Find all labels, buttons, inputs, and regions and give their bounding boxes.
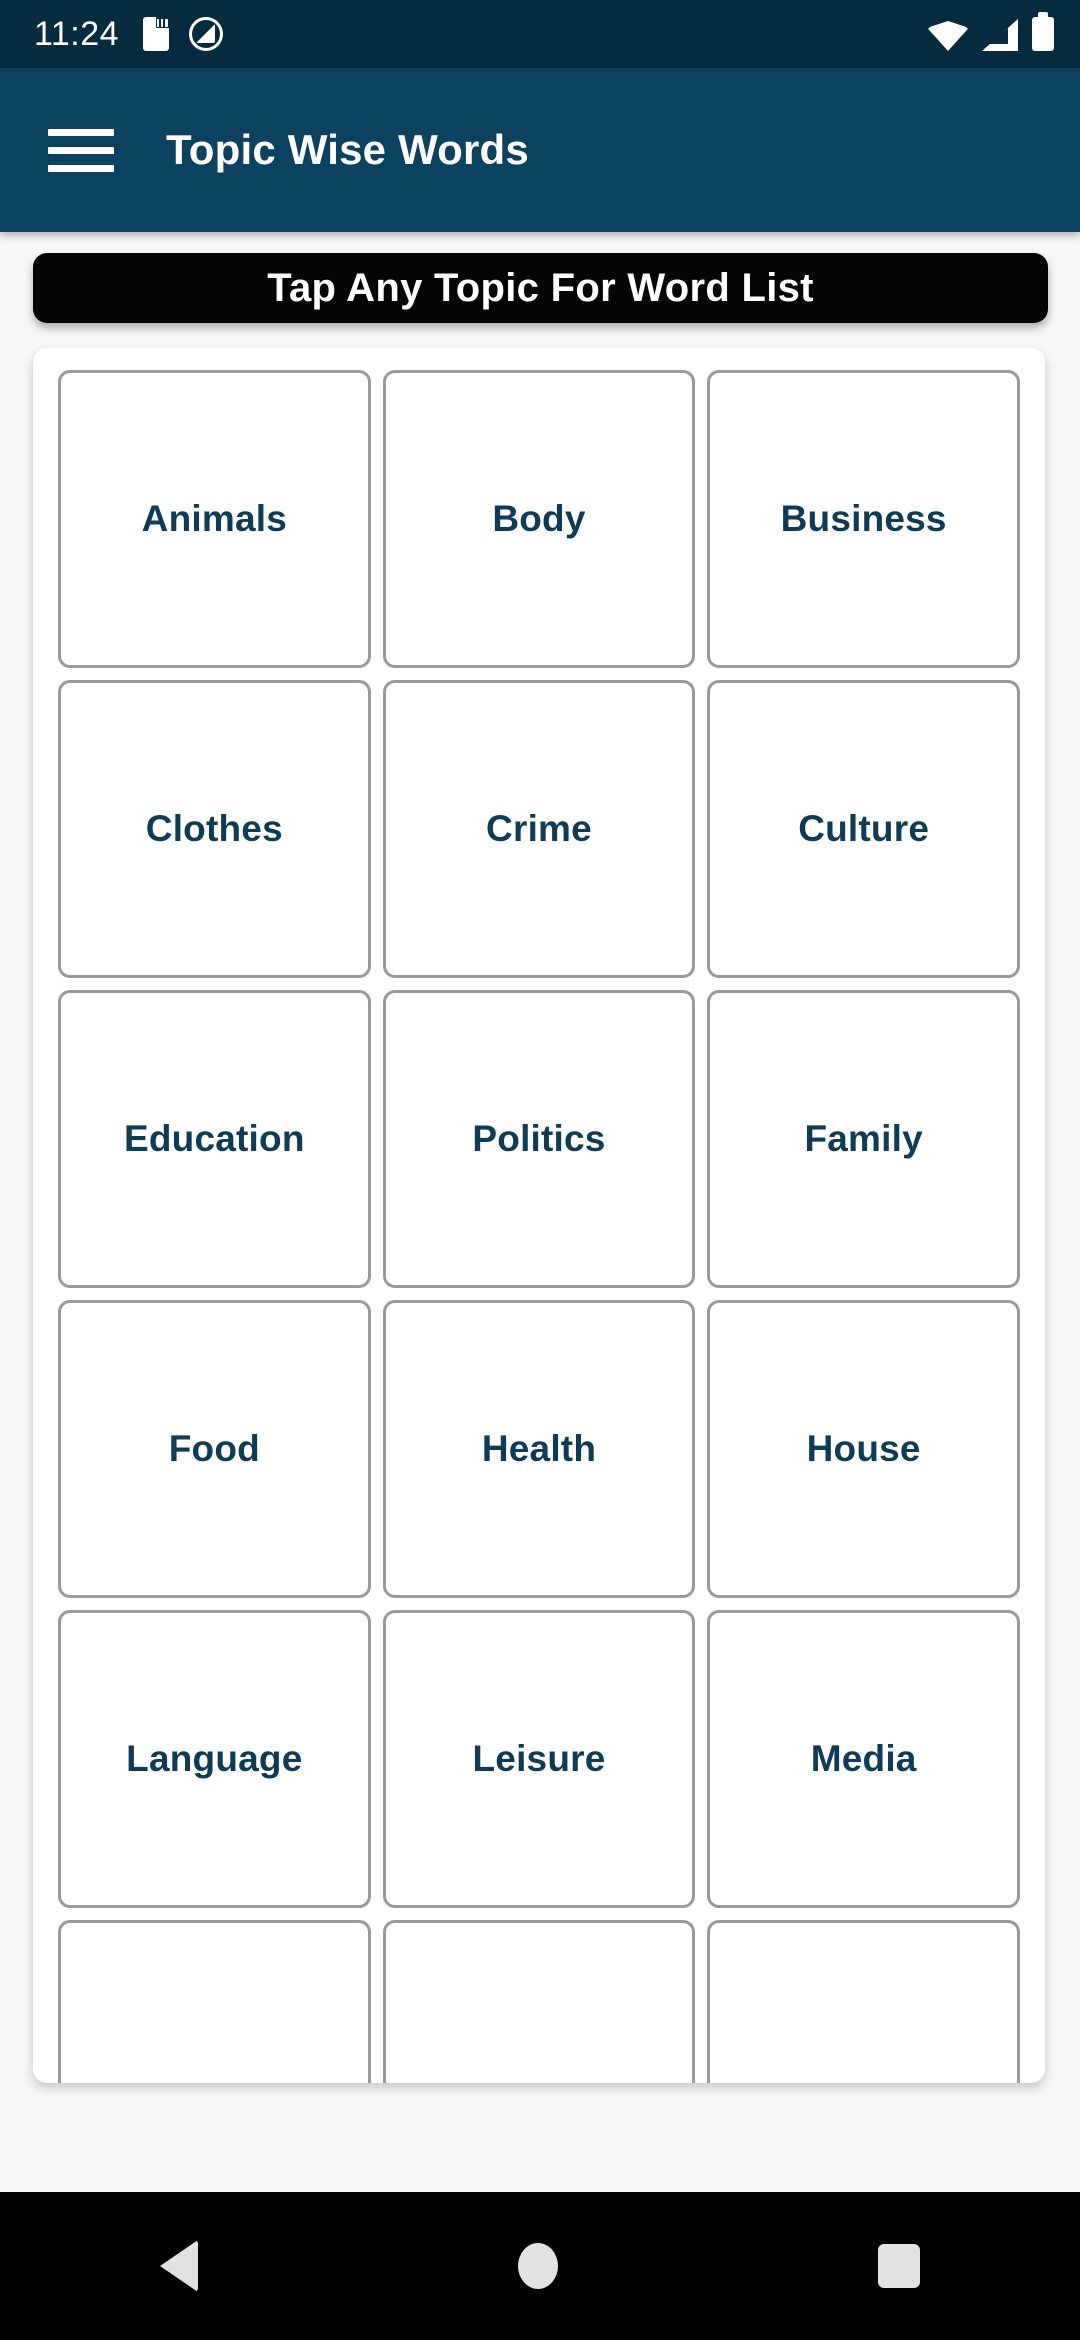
topic-card-label: Food	[168, 1428, 260, 1469]
topic-card-label: Leisure	[472, 1738, 606, 1779]
topic-card[interactable]	[58, 1920, 371, 2083]
topic-card-container: Animals Body Business Clothes Crime Culture Ed…	[33, 348, 1045, 2083]
topic-card-label: Family	[804, 1118, 923, 1159]
instruction-banner-label: Tap Any Topic For Word List	[267, 265, 814, 310]
topic-card-label: Crime	[486, 808, 592, 849]
status-bar-right-icons	[928, 12, 1054, 51]
battery-icon	[1032, 12, 1054, 51]
topic-card-label: Education	[124, 1118, 305, 1159]
topic-card-label: Media	[810, 1738, 917, 1779]
topic-card[interactable]: Animals	[58, 370, 371, 668]
data-saver-icon	[189, 17, 224, 51]
topic-card-label: Business	[780, 498, 947, 539]
recents-icon[interactable]	[878, 2244, 920, 2288]
android-navigation-bar	[0, 2192, 1080, 2340]
topic-card-label: Language	[126, 1738, 303, 1779]
topic-card[interactable]: Crime	[382, 680, 696, 978]
topic-card[interactable]: Politics	[382, 990, 696, 1288]
main-content: Tap Any Topic For Word List Animals Body B…	[0, 232, 1080, 2116]
status-bar-clock: 11:24	[34, 15, 120, 53]
home-icon[interactable]	[518, 2243, 558, 2289]
topic-card[interactable]: Food	[58, 1300, 371, 1598]
signal-icon	[982, 19, 1018, 51]
topic-card-label: Health	[481, 1428, 597, 1469]
status-bar-left-icons	[143, 17, 224, 51]
topic-card[interactable]	[382, 1920, 696, 2083]
status-bar: 11:24	[0, 0, 1080, 68]
topic-card[interactable]: Language	[58, 1610, 371, 1908]
hamburger-menu-icon[interactable]	[48, 123, 114, 177]
topic-card[interactable]: Clothes	[58, 680, 371, 978]
topic-card[interactable]: Family	[707, 990, 1020, 1288]
wifi-icon	[928, 21, 968, 51]
topic-card-label: Body	[492, 498, 586, 539]
back-icon[interactable]	[160, 2240, 198, 2292]
topic-card-label: Culture	[798, 808, 930, 849]
topic-card[interactable]: Media	[707, 1610, 1020, 1908]
topic-card[interactable]: Leisure	[382, 1610, 696, 1908]
topic-card-label: Animals	[141, 498, 287, 539]
topic-card-label: Politics	[472, 1118, 606, 1159]
sdcard-icon	[143, 17, 170, 51]
topic-card[interactable]	[707, 1920, 1020, 2083]
topic-card[interactable]: Culture	[707, 680, 1020, 978]
topic-card[interactable]: Health	[382, 1300, 696, 1598]
topic-card[interactable]: Business	[707, 370, 1020, 668]
topic-card[interactable]: Body	[382, 370, 696, 668]
topic-grid: Animals Body Business Clothes Crime Culture Ed…	[58, 370, 1020, 2083]
topic-card-label: House	[806, 1428, 921, 1469]
page-title: Topic Wise Words	[166, 126, 529, 173]
topic-card[interactable]: Education	[58, 990, 371, 1288]
instruction-banner[interactable]: Tap Any Topic For Word List	[33, 253, 1048, 323]
app-bar: Topic Wise Words	[0, 68, 1080, 232]
topic-card-label: Clothes	[145, 808, 283, 849]
topic-card[interactable]: House	[707, 1300, 1020, 1598]
